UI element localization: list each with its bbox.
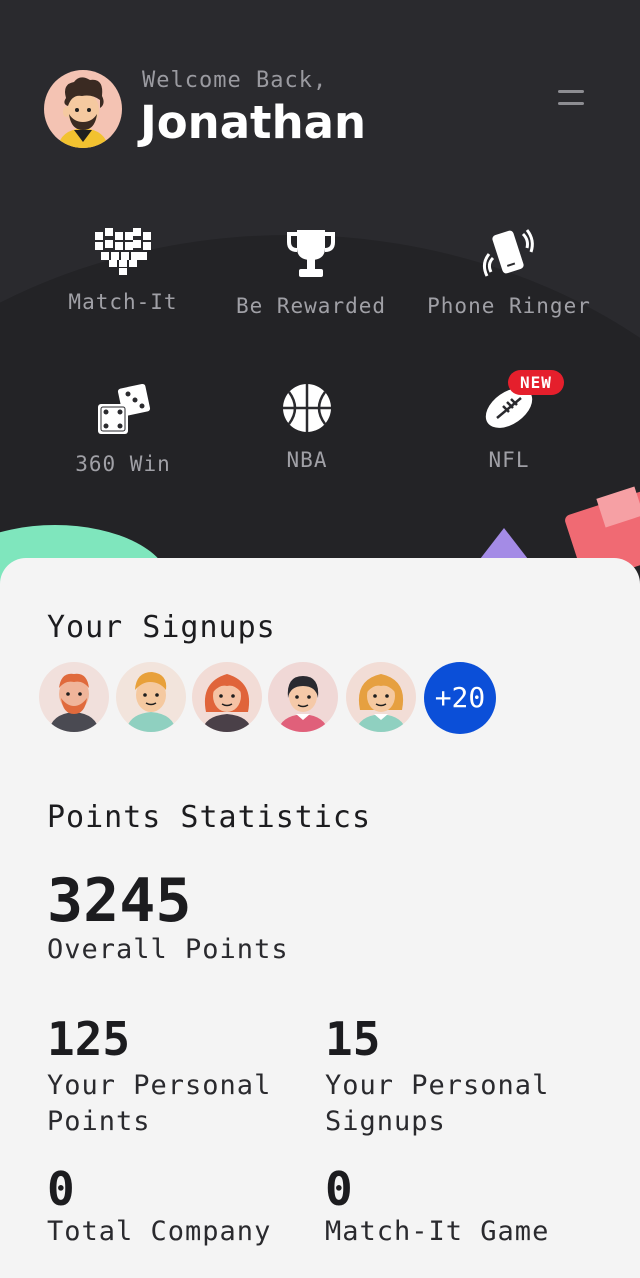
dice-icon [98, 383, 151, 434]
signup-avatar[interactable] [39, 662, 109, 732]
tile-label: Phone Ringer [427, 294, 591, 318]
match-it-game-value: 0 [325, 1162, 353, 1216]
tile-phone-ringer[interactable]: Phone Ringer [414, 228, 604, 318]
points-statistics-title: Points Statistics [47, 800, 372, 835]
signup-avatar[interactable] [116, 662, 186, 732]
pixel-heart-icon [95, 228, 151, 275]
total-company-label: Total Company [47, 1216, 272, 1247]
welcome-text: Welcome Back, [142, 68, 328, 93]
signups-title: Your Signups [47, 610, 276, 645]
match-it-game-label: Match-It Game [325, 1216, 550, 1247]
personal-points-value: 125 [47, 1012, 131, 1066]
menu-line-bottom [558, 102, 584, 105]
overall-points-label: Overall Points [47, 934, 289, 965]
tile-be-rewarded[interactable]: Be Rewarded [216, 228, 406, 318]
tile-nfl[interactable]: NFL [414, 382, 604, 472]
personal-signups-label: Your Personal Signups [325, 1070, 550, 1137]
user-avatar[interactable] [44, 70, 122, 148]
overall-points-value: 3245 [47, 866, 192, 936]
tile-label: 360 Win [75, 452, 171, 476]
total-company-value: 0 [47, 1162, 75, 1216]
trophy-icon [287, 230, 335, 277]
tile-match-it[interactable]: Match-It [28, 228, 218, 314]
personal-points-label: Your Personal Points [47, 1070, 272, 1137]
phone-ring-icon [482, 229, 534, 277]
tile-label: NFL [488, 448, 530, 472]
tile-360-win[interactable]: 360 Win [28, 382, 218, 476]
user-name: Jonathan [140, 96, 367, 149]
tile-nba[interactable]: NBA [212, 382, 402, 472]
signup-avatar[interactable] [268, 662, 338, 732]
personal-signups-value: 15 [325, 1012, 381, 1066]
new-badge: NEW [508, 370, 564, 395]
basketball-icon [283, 384, 331, 432]
content-card: Your Signups +20 Points Statistics 3245 … [0, 558, 640, 1278]
tile-label: Match-It [68, 290, 178, 314]
signup-avatar[interactable] [192, 662, 262, 732]
menu-line-top [558, 90, 584, 93]
menu-button[interactable] [556, 88, 588, 110]
more-signups-button[interactable]: +20 [424, 662, 496, 734]
signup-avatar[interactable] [346, 662, 416, 732]
tile-label: NBA [286, 448, 328, 472]
tile-label: Be Rewarded [235, 294, 387, 318]
